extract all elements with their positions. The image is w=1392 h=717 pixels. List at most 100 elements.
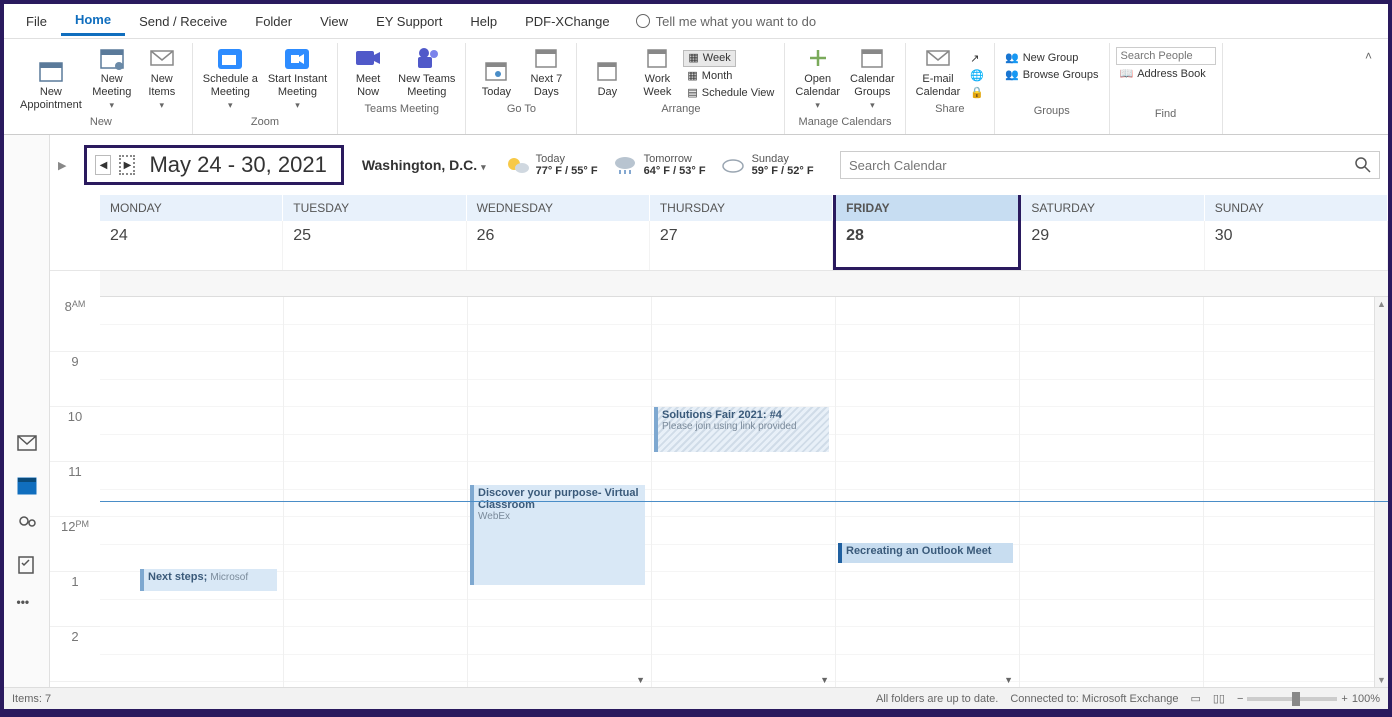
share-send-button[interactable]: ↗ bbox=[966, 52, 983, 67]
address-book-button[interactable]: 📖Address Book bbox=[1116, 67, 1210, 82]
open-calendar-button[interactable]: Open Calendar▾ bbox=[791, 43, 844, 114]
ribbon-group-find: 📖Address Book Find bbox=[1110, 43, 1223, 134]
date-navigator: ◀ ▶ May 24 - 30, 2021 bbox=[84, 145, 343, 185]
share-online-button[interactable]: 🌐 bbox=[966, 69, 988, 84]
all-day-row[interactable] bbox=[100, 271, 1388, 297]
folder-pane-toggle[interactable]: ▶ bbox=[58, 159, 66, 172]
day-number[interactable]: 28 bbox=[833, 221, 1021, 270]
day-columns: Next steps; Microsof ▼ Discover your purpo… bbox=[100, 297, 1388, 687]
weather-tomorrow[interactable]: Tomorrow64° F / 53° F bbox=[612, 153, 706, 177]
time-ruler: 8AM9101112PM12 bbox=[50, 297, 100, 687]
day-number[interactable]: 26 bbox=[467, 221, 650, 270]
calendar-event[interactable]: Recreating an Outlook Meet bbox=[838, 543, 1013, 563]
weather-sunday[interactable]: Sunday59° F / 52° F bbox=[720, 153, 814, 177]
weather-today[interactable]: Today77° F / 55° F bbox=[504, 153, 598, 177]
navigation-rail: ••• bbox=[4, 135, 50, 687]
menu-view[interactable]: View bbox=[306, 8, 362, 35]
day-column[interactable]: Next steps; Microsof bbox=[100, 297, 284, 687]
calendar-event[interactable]: Next steps; Microsof bbox=[140, 569, 277, 591]
month-view-button[interactable]: ▦Month bbox=[683, 69, 736, 84]
calendar-groups-button[interactable]: Calendar Groups▾ bbox=[846, 43, 899, 114]
next-week-button[interactable]: ▶ bbox=[119, 155, 135, 175]
day-column[interactable] bbox=[284, 297, 468, 687]
email-calendar-button[interactable]: E-mail Calendar bbox=[912, 43, 965, 101]
share-perms-button[interactable]: 🔒 bbox=[966, 86, 988, 101]
work-week-view-button[interactable]: Work Week bbox=[633, 43, 681, 101]
expand-events-button[interactable]: ▼ bbox=[636, 675, 645, 685]
search-people-input[interactable] bbox=[1116, 47, 1216, 65]
browse-groups-button[interactable]: 👥Browse Groups bbox=[1001, 68, 1103, 83]
next-7-days-button[interactable]: Next 7 Days bbox=[522, 43, 570, 101]
day-header: SATURDAY bbox=[1021, 195, 1204, 221]
zoom-calendar-icon bbox=[216, 45, 244, 71]
zoom-in-button[interactable]: + bbox=[1341, 693, 1347, 705]
date-range-label: May 24 - 30, 2021 bbox=[143, 152, 332, 178]
search-icon[interactable] bbox=[1355, 157, 1371, 173]
day-view-button[interactable]: Day bbox=[583, 56, 631, 101]
calendar-search-input[interactable] bbox=[849, 158, 1355, 173]
calendar-nav-icon[interactable] bbox=[17, 475, 37, 495]
day-column[interactable]: ▼ Recreating an Outlook Meet bbox=[836, 297, 1020, 687]
menu-help[interactable]: Help bbox=[456, 8, 511, 35]
calendar-people-icon bbox=[98, 45, 126, 71]
menu-send-receive[interactable]: Send / Receive bbox=[125, 8, 241, 35]
current-time-line bbox=[100, 501, 1388, 502]
collapse-ribbon-button[interactable]: ˄ bbox=[1355, 43, 1382, 134]
tell-me-label: Tell me what you want to do bbox=[656, 14, 816, 29]
ribbon-group-label: Share bbox=[935, 101, 964, 117]
day-column[interactable]: ▼ Solutions Fair 2021: #4Please join usin… bbox=[652, 297, 836, 687]
vertical-scrollbar[interactable]: ▲ ▼ bbox=[1374, 297, 1388, 687]
menu-home[interactable]: Home bbox=[61, 6, 125, 36]
tell-me[interactable]: Tell me what you want to do bbox=[624, 14, 816, 29]
day-number[interactable]: 29 bbox=[1021, 221, 1204, 270]
scroll-down-button[interactable]: ▼ bbox=[1375, 673, 1388, 687]
more-nav-icon[interactable]: ••• bbox=[17, 595, 37, 615]
meet-now-button[interactable]: Meet Now bbox=[344, 43, 392, 101]
start-instant-meeting-button[interactable]: Start Instant Meeting▾ bbox=[264, 43, 331, 114]
scroll-up-button[interactable]: ▲ bbox=[1375, 297, 1388, 311]
day-column[interactable] bbox=[1204, 297, 1388, 687]
expand-events-button[interactable]: ▼ bbox=[1004, 675, 1013, 685]
time-label: 9 bbox=[50, 352, 100, 407]
expand-events-button[interactable]: ▼ bbox=[820, 675, 829, 685]
calendar-search-box[interactable] bbox=[840, 151, 1380, 179]
menu-folder[interactable]: Folder bbox=[241, 8, 306, 35]
new-group-button[interactable]: 👥New Group bbox=[1001, 51, 1082, 66]
view-reading-button[interactable]: ▯▯ bbox=[1213, 692, 1225, 705]
today-button[interactable]: Today bbox=[472, 56, 520, 101]
new-items-button[interactable]: New Items▾ bbox=[138, 43, 186, 114]
ribbon-group-label: Groups bbox=[1034, 103, 1070, 119]
calendar-info-bar: ▶ ◀ ▶ May 24 - 30, 2021 Washington, D.C.… bbox=[50, 135, 1388, 195]
day-column[interactable]: ▼ Discover your purpose- Virtual Classroo… bbox=[468, 297, 652, 687]
zoom-slider[interactable] bbox=[1247, 697, 1337, 701]
ribbon-group-label: Go To bbox=[507, 101, 536, 117]
tasks-nav-icon[interactable] bbox=[17, 555, 37, 575]
menu-ey-support[interactable]: EY Support bbox=[362, 8, 456, 35]
day-number[interactable]: 30 bbox=[1205, 221, 1388, 270]
zoom-out-button[interactable]: − bbox=[1237, 693, 1243, 705]
new-meeting-button[interactable]: New Meeting▾ bbox=[88, 43, 136, 114]
menu-pdf-xchange[interactable]: PDF-XChange bbox=[511, 8, 624, 35]
schedule-meeting-button[interactable]: Schedule a Meeting▾ bbox=[199, 43, 262, 114]
time-label: 10 bbox=[50, 407, 100, 462]
day-number[interactable]: 25 bbox=[283, 221, 466, 270]
view-normal-button[interactable]: ▭ bbox=[1190, 692, 1200, 705]
new-appointment-button[interactable]: New Appointment bbox=[16, 56, 86, 114]
week-view-button[interactable]: ▦Week bbox=[683, 50, 735, 67]
menu-file[interactable]: File bbox=[12, 8, 61, 35]
day-column[interactable] bbox=[1020, 297, 1204, 687]
zoom-level: 100% bbox=[1352, 693, 1380, 705]
new-teams-meeting-button[interactable]: New Teams Meeting bbox=[394, 43, 459, 101]
zoom-control[interactable]: − + 100% bbox=[1237, 693, 1380, 705]
schedule-view-button[interactable]: ▤Schedule View bbox=[683, 86, 778, 101]
weather-location[interactable]: Washington, D.C. ▾ bbox=[362, 157, 486, 173]
items-count: Items: 7 bbox=[12, 693, 51, 705]
prev-week-button[interactable]: ◀ bbox=[95, 155, 111, 175]
calendar-event[interactable]: Discover your purpose- Virtual Classroom… bbox=[470, 485, 645, 585]
people-nav-icon[interactable] bbox=[17, 515, 37, 535]
day-number[interactable]: 27 bbox=[650, 221, 833, 270]
people-plus-icon: 👥 bbox=[1005, 52, 1019, 65]
day-number[interactable]: 24 bbox=[100, 221, 283, 270]
mail-nav-icon[interactable] bbox=[17, 435, 37, 455]
calendar-event[interactable]: Solutions Fair 2021: #4Please join using… bbox=[654, 407, 829, 452]
